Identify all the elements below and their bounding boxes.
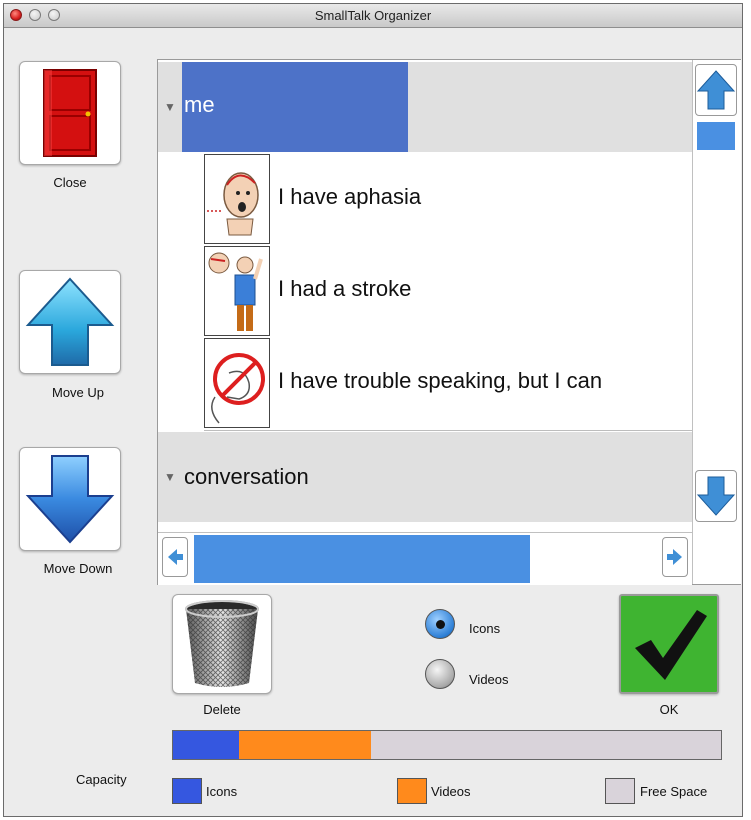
move-up-label: Move Up: [51, 385, 105, 400]
list-item[interactable]: I have trouble speaking, but I can: [204, 338, 692, 431]
list-item-label: I have trouble speaking, but I can: [278, 368, 603, 393]
scroll-left-button[interactable]: [162, 537, 188, 577]
legend-free-swatch: [605, 778, 635, 804]
phrase-list[interactable]: ▼ me I have aphasia I had a stroke I hav…: [158, 60, 692, 524]
scroll-up-button[interactable]: [695, 64, 737, 116]
ok-button[interactable]: [619, 594, 719, 694]
ok-label: OK: [659, 702, 679, 717]
list-item[interactable]: I have aphasia: [204, 154, 692, 247]
organizer-window: SmallTalk Organizer Close Move Up Move D…: [3, 3, 743, 817]
arrow-up-icon: [25, 277, 115, 366]
icons-radio[interactable]: [425, 609, 455, 639]
list-item-label: I have aphasia: [278, 184, 422, 209]
trash-bin-icon: [185, 600, 259, 687]
no-speaking-icon: [204, 338, 270, 428]
close-button[interactable]: [19, 61, 121, 165]
delete-button[interactable]: [172, 594, 272, 694]
group-header-me[interactable]: ▼ me: [158, 62, 692, 152]
videos-radio[interactable]: [425, 659, 455, 689]
capacity-bar: [172, 730, 722, 760]
list-item[interactable]: I had a stroke: [204, 246, 692, 339]
window-title: SmallTalk Organizer: [314, 8, 432, 23]
delete-label: Delete: [203, 702, 241, 717]
disclosure-triangle-icon[interactable]: ▼: [164, 100, 176, 114]
person-stroke-icon: [204, 246, 270, 336]
arrow-down-icon: [696, 476, 736, 516]
phrase-list-panel: ▼ me I have aphasia I had a stroke I hav…: [157, 59, 741, 585]
arrow-right-icon: [667, 549, 682, 565]
horizontal-scroll-thumb[interactable]: [194, 535, 530, 583]
legend-videos-swatch: [397, 778, 427, 804]
legend-icons-label: Icons: [206, 784, 238, 799]
close-label: Close: [53, 175, 87, 190]
scroll-down-button[interactable]: [695, 470, 737, 522]
move-down-label: Move Down: [43, 561, 113, 576]
group-label-conversation: conversation: [184, 464, 309, 489]
videos-radio-label[interactable]: Videos: [469, 672, 509, 687]
capacity-label: Capacity: [76, 772, 127, 787]
capacity-videos-segment: [239, 731, 371, 759]
move-up-button[interactable]: [19, 270, 121, 374]
icons-radio-label[interactable]: Icons: [469, 621, 500, 636]
selection-highlight: [182, 62, 408, 152]
disclosure-triangle-icon[interactable]: ▼: [164, 470, 176, 484]
move-down-button[interactable]: [19, 447, 121, 551]
arrow-down-icon: [25, 455, 115, 544]
title-bar: SmallTalk Organizer: [4, 4, 742, 28]
horizontal-scrollbar[interactable]: [158, 532, 692, 585]
group-label-me: me: [184, 92, 215, 117]
legend-videos-label: Videos: [431, 784, 471, 799]
door-icon: [43, 69, 97, 157]
radio-selected-dot: [436, 620, 445, 629]
list-item-label: I had a stroke: [278, 276, 412, 301]
group-header-conversation[interactable]: ▼ conversation: [158, 432, 692, 522]
checkmark-icon: [635, 610, 707, 680]
head-brain-icon: [204, 154, 270, 244]
capacity-icons-segment: [173, 731, 239, 759]
legend-icons-swatch: [172, 778, 202, 804]
vertical-scroll-thumb[interactable]: [697, 122, 735, 150]
scroll-right-button[interactable]: [662, 537, 688, 577]
arrow-up-icon: [696, 70, 736, 110]
vertical-scrollbar[interactable]: [692, 60, 741, 584]
legend-free-label: Free Space: [640, 784, 708, 799]
arrow-left-icon: [168, 549, 183, 565]
